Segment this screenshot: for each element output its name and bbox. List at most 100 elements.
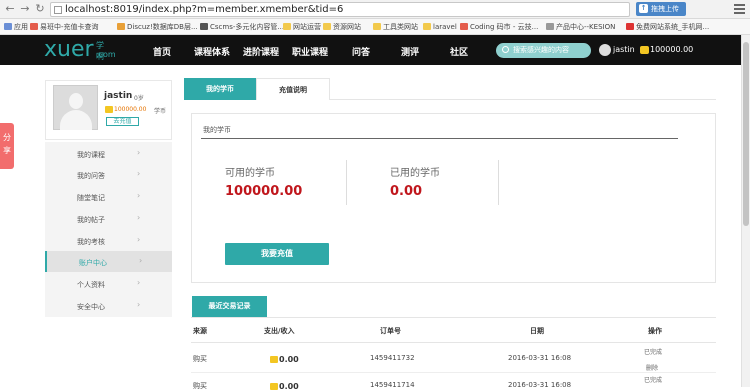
side-item-courses[interactable]: 我的课程 › (45, 143, 172, 164)
col-header-source: 来源 (193, 327, 207, 335)
bookmark-item[interactable]: Coding 码市 - 云技... (460, 22, 538, 32)
side-item-posts[interactable]: 我的帖子 › (45, 208, 172, 229)
user-avatar[interactable] (599, 44, 611, 56)
nav-community[interactable]: 社区 (450, 45, 468, 58)
side-menu: 我的课程 › 我的问答 › 随堂笔记 › 我的帖子 › 我的考核 › 账户中心 › 个人资料… (45, 142, 172, 317)
nav-qa[interactable]: 问答 (352, 45, 370, 58)
bookmark-item[interactable]: 应用 (4, 22, 28, 32)
row-order: 1459411714 (370, 381, 415, 389)
row-source: 购买 (193, 355, 207, 363)
side-item-qa[interactable]: 我的问答 › (45, 164, 172, 185)
bookmark-item[interactable]: 免费网站系统_手机网... (626, 22, 709, 32)
bookmark-item[interactable]: Discuz!数据库DB层... (117, 22, 198, 32)
nav-advanced[interactable]: 进阶课程 (243, 45, 279, 58)
side-item-account[interactable]: 账户中心 › (45, 251, 172, 272)
bookmark-icon (200, 23, 208, 30)
bookmarks-bar: 应用 易班中-充值卡查询 Discuz!数据库DB层... Cscms-多元化内… (0, 19, 750, 35)
coin-icon (640, 46, 649, 54)
col-header-date: 日期 (530, 327, 544, 335)
profile-coins: 100000.00 (114, 106, 147, 113)
row-date: 2016-03-31 16:08 (508, 381, 572, 389)
bookmark-item[interactable]: Cscms-多元化内容管... (200, 22, 284, 32)
page-icon (54, 6, 62, 14)
site-search-input[interactable]: 搜索感兴趣的内容 (496, 43, 591, 58)
search-placeholder: 搜索感兴趣的内容 (513, 46, 569, 54)
records-header (191, 296, 716, 318)
divider (201, 138, 678, 139)
bookmark-folder[interactable]: 工具类网站 (373, 22, 418, 32)
col-header-actions: 操作 (648, 327, 662, 335)
used-coins-label: 已用的学币 (390, 168, 440, 179)
chevron-right-icon: › (137, 300, 141, 309)
divider (498, 160, 499, 205)
go-recharge-button[interactable]: 去充值 (106, 117, 139, 126)
row-amount: 0.00 (279, 355, 299, 364)
tab-recharge-info[interactable]: 充值说明 (256, 78, 330, 100)
recent-transactions-tab[interactable]: 最近交易记录 (192, 296, 267, 317)
nav-course-system[interactable]: 课程体系 (194, 45, 230, 58)
bookmark-folder[interactable]: laravel (423, 22, 457, 32)
site-header: xuer 学啊 .com 首页 课程体系 进阶课程 职业课程 问答 测评 社区 … (0, 35, 750, 65)
folder-icon (373, 23, 381, 30)
available-coins-value: 100000.00 (225, 184, 303, 199)
row-status: 已完成 (644, 377, 663, 384)
nav-assessment[interactable]: 测评 (401, 45, 419, 58)
browser-menu-icon[interactable] (734, 4, 745, 14)
profile-avatar[interactable] (53, 85, 98, 130)
coin-icon (270, 356, 278, 363)
chevron-right-icon: › (137, 278, 141, 287)
tab-my-coins[interactable]: 我的学币 (184, 78, 256, 100)
side-item-security[interactable]: 安全中心 › (45, 295, 172, 316)
folder-icon (283, 23, 291, 30)
address-bar[interactable]: localhost:8019/index.php?m=member.xmembe… (50, 2, 630, 17)
coin-icon (105, 106, 113, 113)
forward-icon[interactable]: → (19, 3, 31, 15)
ext-sync-label: 拖拽上传 (651, 5, 679, 13)
nav-career[interactable]: 职业课程 (292, 45, 328, 58)
share-tab[interactable]: 分享 (0, 123, 14, 169)
row-date: 2016-03-31 16:08 (508, 354, 572, 362)
scrollbar-thumb[interactable] (743, 42, 749, 226)
chevron-right-icon: › (137, 169, 141, 178)
profile-name: jastin (104, 91, 133, 101)
recharge-button[interactable]: 我要充值 (225, 243, 329, 265)
chevron-right-icon: › (137, 191, 141, 200)
nav-home[interactable]: 首页 (153, 45, 171, 58)
bookmark-item[interactable]: 易班中-充值卡查询 (30, 22, 99, 32)
logo-com: .com (96, 50, 116, 59)
panel-title: 我的学币 (203, 126, 231, 134)
bookmark-icon (460, 23, 468, 30)
row-status: 已完成 (644, 349, 663, 356)
bookmark-icon (626, 23, 634, 30)
bookmark-item[interactable]: 产品中心--KESION (546, 22, 615, 32)
side-item-profile[interactable]: 个人资料 › (45, 273, 172, 294)
folder-icon (323, 23, 331, 30)
used-coins-value: 0.00 (390, 184, 423, 199)
side-item-exams[interactable]: 我的考核 › (45, 230, 172, 251)
header-username[interactable]: jastin (613, 45, 635, 54)
cloud-icon: ↑ (639, 4, 648, 13)
account-tabs: 我的学币 充值说明 (184, 78, 716, 100)
divider (191, 372, 716, 373)
side-item-notes[interactable]: 随堂笔记 › (45, 186, 172, 207)
row-delete-link[interactable]: 删除 (646, 363, 658, 372)
available-coins-label: 可用的学币 (225, 168, 275, 179)
url-text: localhost:8019/index.php?m=member.xmembe… (65, 4, 344, 15)
row-order: 1459411732 (370, 354, 415, 362)
bookmark-folder[interactable]: 网站运营 (283, 22, 321, 32)
folder-icon (423, 23, 431, 30)
chevron-right-icon: › (137, 235, 141, 244)
divider (346, 160, 347, 205)
bookmark-icon (546, 23, 554, 30)
profile-coin-unit: 学币 (154, 108, 167, 115)
divider (191, 342, 716, 343)
bookmark-icon (30, 23, 38, 30)
extension-sync-button[interactable]: ↑ 拖拽上传 (636, 2, 686, 16)
back-icon[interactable]: ← (4, 3, 16, 15)
reload-icon[interactable]: ↻ (34, 3, 46, 15)
bookmark-folder[interactable]: 资源网站 (323, 22, 361, 32)
col-header-amount: 支出/收入 (264, 327, 295, 335)
logo-wordmark: xuer (44, 37, 94, 62)
row-source: 购买 (193, 382, 207, 390)
col-header-order: 订单号 (380, 327, 401, 335)
